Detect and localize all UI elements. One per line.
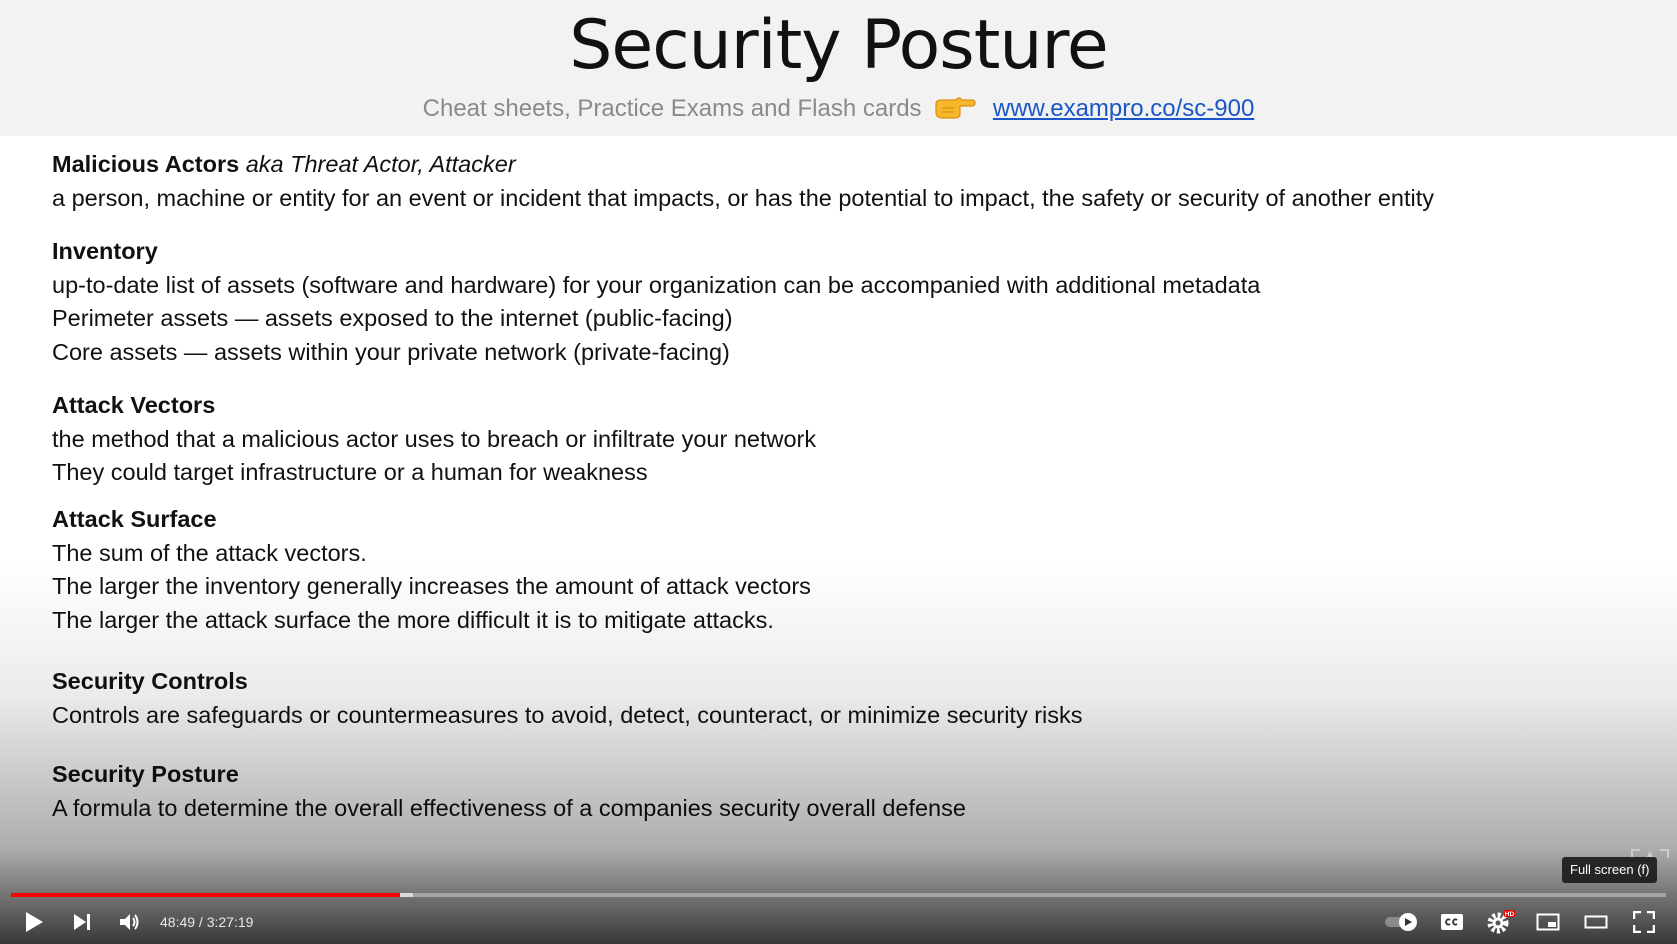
- miniplayer-icon: [1536, 913, 1560, 931]
- section-malicious-actors: Malicious Actors aka Threat Actor, Attac…: [52, 148, 1652, 215]
- progress-played: [11, 893, 401, 897]
- player-controls: 48:49 / 3:27:19 HD: [0, 900, 1677, 944]
- slide-subtitle: Cheat sheets, Practice Exams and Flash c…: [0, 94, 1677, 123]
- fullscreen-hint-icon: [1630, 845, 1670, 858]
- section-attack-vectors: Attack Vectors the method that a malicio…: [52, 389, 1652, 490]
- section-heading: Security Controls: [52, 668, 248, 694]
- section-security-controls: Security Controls Controls are safeguard…: [52, 665, 1652, 732]
- mute-button[interactable]: [112, 900, 148, 944]
- theater-mode-icon: [1584, 915, 1608, 929]
- section-heading: Attack Vectors: [52, 392, 216, 418]
- subtitle-text: Cheat sheets, Practice Exams and Flash c…: [422, 95, 922, 122]
- next-icon: [74, 914, 90, 930]
- fullscreen-icon: [1633, 911, 1655, 933]
- settings-button[interactable]: HD: [1480, 900, 1520, 944]
- section-inventory: Inventory up-to-date list of assets (sof…: [52, 235, 1652, 369]
- section-line: They could target infrastructure or a hu…: [52, 459, 648, 485]
- section-line: Perimeter assets — assets exposed to the…: [52, 305, 733, 331]
- video-player[interactable]: Security Posture Cheat sheets, Practice …: [0, 0, 1677, 944]
- section-heading: Malicious Actors aka Threat Actor, Attac…: [52, 151, 516, 177]
- section-line: A formula to determine the overall effec…: [52, 794, 966, 821]
- section-line: The sum of the attack vectors.: [52, 539, 367, 566]
- section-attack-surface: Attack Surface The sum of the attack vec…: [52, 503, 1652, 637]
- section-security-posture: Security Posture A formula to determine …: [52, 758, 1652, 825]
- section-line: Controls are safeguards or countermeasur…: [52, 701, 1083, 728]
- progress-bar[interactable]: [11, 893, 1666, 897]
- section-line: a person, machine or entity for an event…: [52, 184, 1435, 211]
- captions-icon: [1441, 914, 1463, 930]
- section-heading: Security Posture: [52, 761, 239, 787]
- pointing-hand-icon: [935, 97, 976, 119]
- slide-title: Security Posture: [569, 6, 1109, 85]
- section-line: The larger the attack surface the more d…: [52, 606, 774, 633]
- section-line: up-to-date list of assets (software and …: [52, 271, 1261, 298]
- time-display: 48:49 / 3:27:19: [160, 914, 254, 930]
- section-heading: Attack Surface: [52, 506, 217, 532]
- slide-header: Security Posture Cheat sheets, Practice …: [0, 0, 1677, 136]
- next-button[interactable]: [64, 900, 100, 944]
- hd-badge: HD: [1505, 911, 1515, 918]
- autoplay-toggle[interactable]: [1380, 900, 1424, 944]
- section-heading: Inventory: [52, 238, 158, 264]
- autoplay-toggle-icon: [1385, 913, 1417, 931]
- exampro-link[interactable]: www.exampro.co/sc-900: [993, 95, 1254, 122]
- settings-icon: HD: [1487, 910, 1515, 934]
- play-icon: [26, 912, 43, 932]
- fullscreen-button[interactable]: [1624, 900, 1664, 944]
- section-line: The larger the inventory generally incre…: [52, 573, 811, 599]
- captions-button[interactable]: [1432, 900, 1472, 944]
- section-line: Core assets — assets within your private…: [52, 338, 730, 365]
- miniplayer-button[interactable]: [1528, 900, 1568, 944]
- play-button[interactable]: [16, 900, 52, 944]
- volume-icon: [120, 914, 139, 930]
- theater-mode-button[interactable]: [1576, 900, 1616, 944]
- section-line: the method that a malicious actor uses t…: [52, 425, 817, 452]
- fullscreen-tooltip: Full screen (f): [1562, 857, 1658, 883]
- section-aka: aka Threat Actor, Attacker: [245, 151, 516, 177]
